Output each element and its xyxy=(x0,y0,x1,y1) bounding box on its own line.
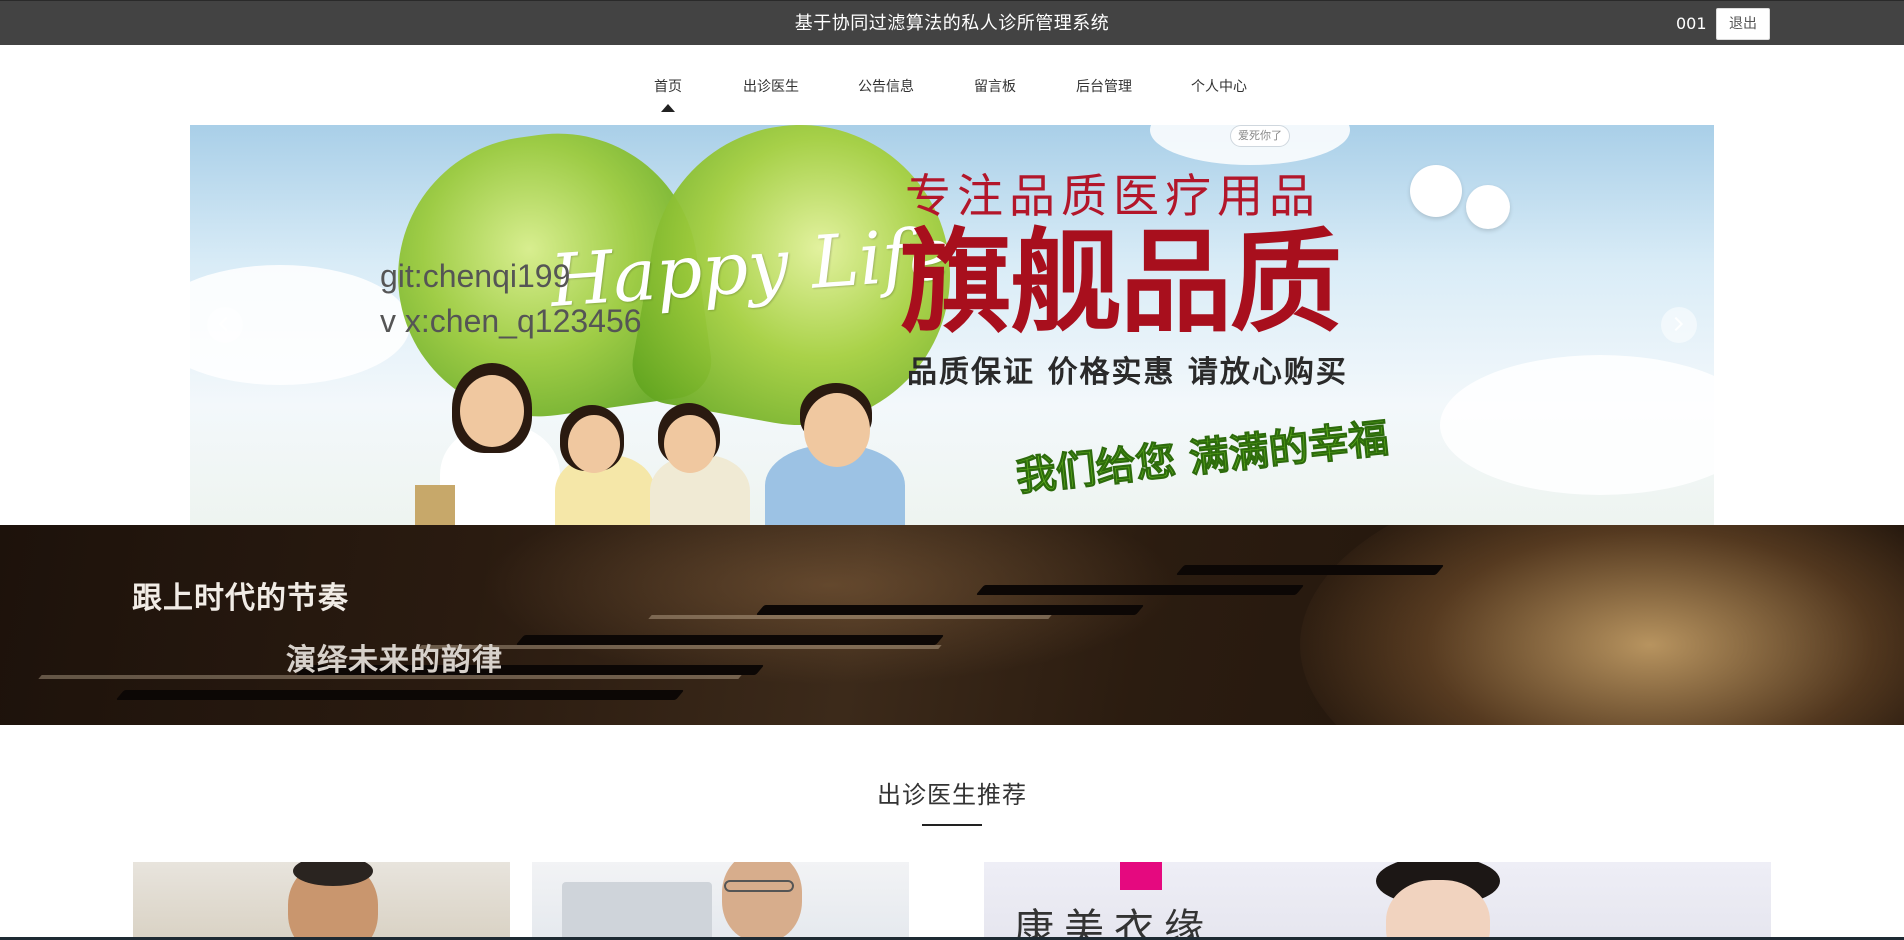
nav-item-doctors[interactable]: 出诊医生 xyxy=(743,76,799,96)
section-title: 出诊医生推荐 xyxy=(877,781,1027,809)
corner-badge: 爱死你了 xyxy=(1230,125,1290,147)
slogan-sub: 品质保证 价格实惠 请放心购买 xyxy=(907,355,1348,390)
carousel-next-button[interactable] xyxy=(1661,307,1697,343)
brand-tag xyxy=(1120,862,1162,890)
glasses-shape xyxy=(724,880,794,892)
logout-button[interactable]: 退出 xyxy=(1716,8,1770,40)
person-head xyxy=(664,415,716,473)
slogan-green: 我们给您 满满的幸福 xyxy=(1014,415,1392,501)
promo-line-2: 演绎未来的韵律 xyxy=(286,643,503,678)
light-glow xyxy=(1300,525,1904,725)
doctor-face xyxy=(722,862,802,940)
nav-item-message-board[interactable]: 留言板 xyxy=(974,76,1016,96)
laptop-illustration xyxy=(562,882,712,940)
username-label: 001 xyxy=(1676,14,1707,33)
house-illustration xyxy=(415,485,455,525)
promo-line-1: 跟上时代的节奏 xyxy=(132,581,349,616)
piano-key xyxy=(648,615,1052,619)
slogan-main: 旗舰品质 xyxy=(900,218,1342,348)
chevron-right-icon xyxy=(1668,316,1684,332)
nav-item-profile[interactable]: 个人中心 xyxy=(1191,76,1247,96)
system-title: 基于协同过滤算法的私人诊所管理系统 xyxy=(794,13,1110,34)
nav-item-announcements[interactable]: 公告信息 xyxy=(858,76,914,96)
person-head xyxy=(804,393,870,467)
chevron-left-icon xyxy=(218,316,234,332)
carousel-prev-button[interactable] xyxy=(207,307,243,343)
doctor-card[interactable] xyxy=(133,862,510,940)
overlay-text-line: v x:chen_q123456 xyxy=(380,303,642,339)
doll-decoration xyxy=(1410,165,1462,217)
piano-key xyxy=(975,585,1305,595)
overlay-text-line: git:chenqi199 xyxy=(380,258,571,294)
doctor-card[interactable] xyxy=(532,862,909,940)
active-nav-indicator-icon xyxy=(661,104,675,112)
nav-item-home[interactable]: 首页 xyxy=(654,76,682,96)
banner-carousel[interactable]: Happy Life git:chenqi199 v x:chen_q12345… xyxy=(190,125,1714,525)
piano-key xyxy=(1175,565,1445,575)
piano-key xyxy=(755,605,1145,615)
section-divider xyxy=(922,824,982,826)
top-bar: 基于协同过滤算法的私人诊所管理系统 001 退出 xyxy=(0,0,1904,45)
piano-key xyxy=(515,635,945,645)
doll-decoration xyxy=(1466,185,1510,229)
person-head xyxy=(460,375,524,447)
slogan-top: 专注品质医疗用品 xyxy=(905,169,1321,223)
promo-banner: 跟上时代的节奏 演绎未来的韵律 xyxy=(0,525,1904,725)
cloud-shape xyxy=(1440,355,1714,495)
doctor-card[interactable]: 康美衣缘 xyxy=(984,862,1771,940)
brand-text: 康美衣缘 xyxy=(1014,906,1214,940)
person-head xyxy=(568,415,620,473)
main-nav: 首页 出诊医生 公告信息 留言板 后台管理 个人中心 xyxy=(0,45,1904,125)
nav-item-admin[interactable]: 后台管理 xyxy=(1076,76,1132,96)
piano-key xyxy=(115,690,685,700)
